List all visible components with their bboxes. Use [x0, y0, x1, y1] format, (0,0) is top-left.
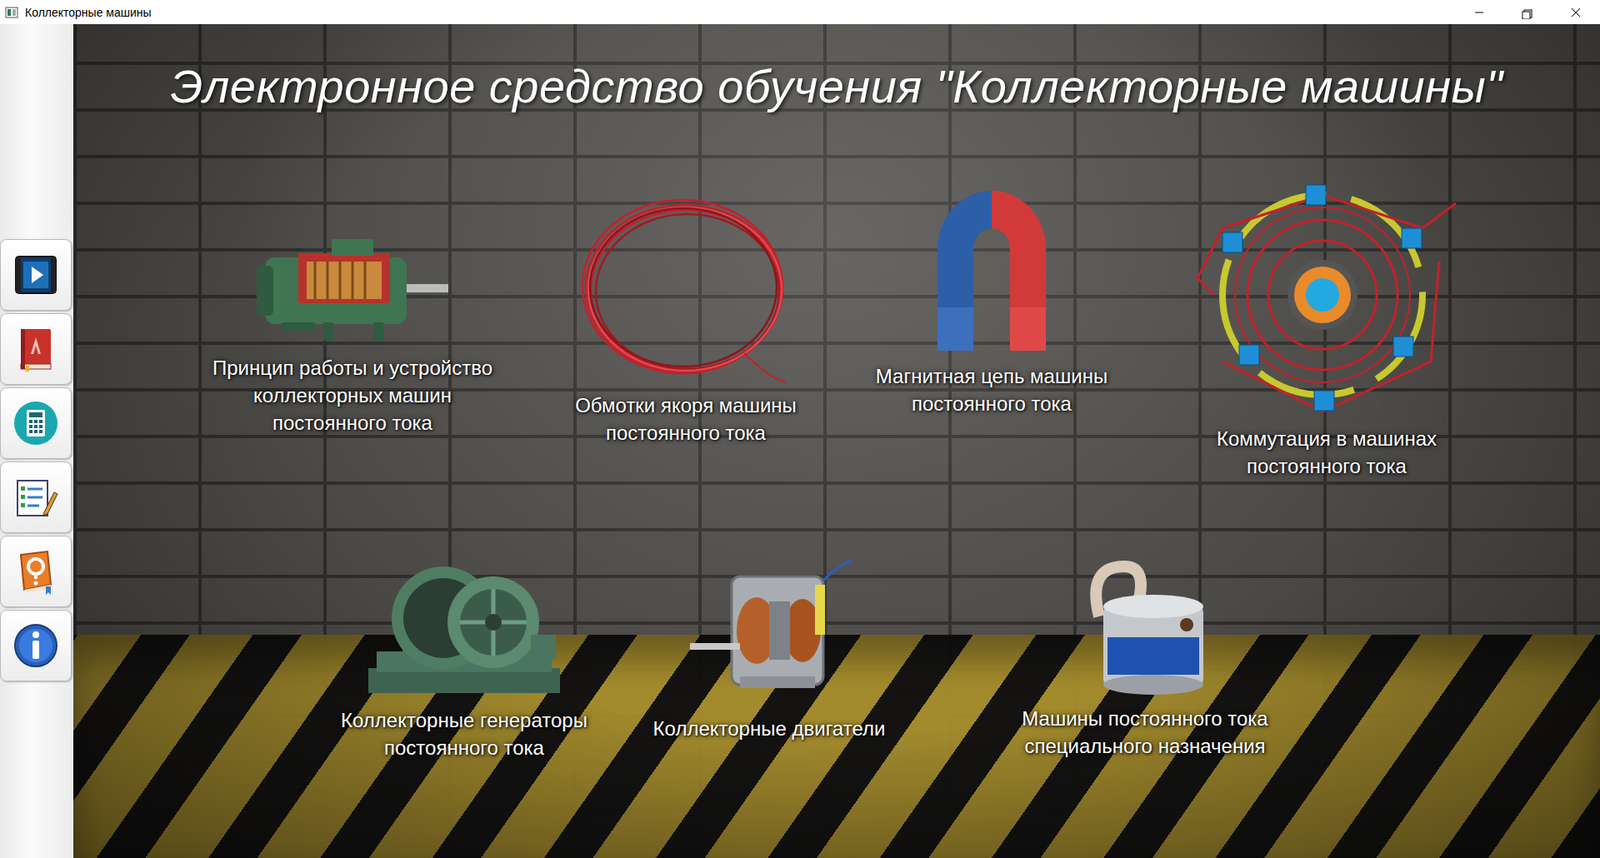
- section-tile[interactable]: Магнитная цепь машиныпостоянного тока: [825, 170, 1159, 418]
- sidebar: [0, 24, 74, 858]
- tile-image: [681, 545, 857, 710]
- sidebar-item[interactable]: [0, 535, 72, 608]
- tile-image: [248, 208, 457, 350]
- section-label: Магнитная цепь машиныпостоянного тока: [875, 357, 1108, 418]
- section-tile[interactable]: Коллекторные двигатели: [602, 545, 936, 743]
- section-tile[interactable]: Машины постоянного токаспециального назн…: [978, 541, 1312, 760]
- label-line: Обмотки якоря машины: [575, 391, 797, 420]
- section-label: Коллекторные двигатели: [653, 710, 886, 743]
- hazard-stripes: [73, 635, 1600, 858]
- label-line: коллекторных машин: [212, 381, 493, 410]
- motor-image: [248, 224, 457, 350]
- collector-motor-image: [681, 560, 857, 710]
- checklist-icon: [10, 472, 61, 523]
- label-line: Коммутация в машинах: [1216, 425, 1437, 453]
- label-line: постоянного тока: [340, 734, 588, 762]
- restore-icon: [1519, 5, 1536, 20]
- restore-button[interactable]: [1503, 0, 1552, 25]
- info-icon: [10, 620, 61, 671]
- section-tile[interactable]: Принцип работы и устройствоколлекторных …: [185, 208, 520, 437]
- label-line: Коллекторные генераторы: [340, 706, 588, 735]
- section-label: Коммутация в машинахпостоянного тока: [1216, 420, 1437, 480]
- sidebar-item[interactable]: [0, 239, 72, 311]
- title-bar: Коллекторные машины: [0, 0, 1600, 25]
- section-tile[interactable]: Обмотки якоря машиныпостоянного тока: [519, 170, 853, 447]
- tile-image: [925, 170, 1059, 358]
- sidebar-item[interactable]: [0, 610, 72, 682]
- tile-image: [1189, 160, 1465, 420]
- minimize-icon: [1470, 5, 1488, 20]
- label-line: постоянного тока: [575, 419, 797, 447]
- sidebar-item[interactable]: [0, 313, 72, 385]
- main-title: Электронное средство обучения "Коллектор…: [73, 24, 1600, 114]
- calculator-icon: [10, 398, 61, 449]
- label-line: Коллекторные двигатели: [653, 715, 886, 743]
- window-body: Электронное средство обучения "Коллектор…: [0, 24, 1600, 858]
- app-icon: [5, 5, 19, 20]
- help-book-icon: [10, 546, 61, 597]
- coil-image: [577, 195, 795, 387]
- tachometer-image: [1078, 558, 1212, 700]
- section-label: Машины постоянного токаспециального назн…: [1021, 700, 1268, 760]
- label-line: Принцип работы и устройство: [212, 354, 493, 382]
- label-line: Магнитная цепь машины: [875, 362, 1108, 390]
- tile-image: [1078, 541, 1212, 700]
- minimize-button[interactable]: [1455, 0, 1504, 25]
- book-icon: [10, 324, 61, 375]
- section-tile[interactable]: Коллекторные генераторыпостоянного тока: [297, 533, 631, 762]
- close-button[interactable]: [1551, 0, 1600, 25]
- section-label: Коллекторные генераторыпостоянного тока: [340, 701, 588, 762]
- close-icon: [1567, 5, 1585, 20]
- sidebar-item[interactable]: [0, 387, 72, 460]
- window-controls: [1455, 0, 1600, 25]
- sidebar-item[interactable]: [0, 461, 72, 534]
- label-line: постоянного тока: [1216, 452, 1437, 480]
- generator-image: [360, 560, 569, 702]
- video-icon: [10, 250, 61, 300]
- tile-image: [360, 533, 569, 702]
- section-tile[interactable]: Коммутация в машинахпостоянного тока: [1160, 160, 1494, 480]
- commutation-diagram-image: [1189, 178, 1465, 420]
- tile-image: [577, 170, 795, 387]
- label-line: постоянного тока: [212, 409, 493, 437]
- magnet-image: [925, 182, 1059, 358]
- label-line: постоянного тока: [875, 390, 1108, 418]
- section-label: Принцип работы и устройствоколлекторных …: [212, 349, 493, 437]
- label-line: Машины постоянного тока: [1021, 705, 1268, 733]
- main-canvas: Электронное средство обучения "Коллектор…: [73, 24, 1600, 858]
- label-line: специального назначения: [1021, 732, 1268, 760]
- window-title: Коллекторные машины: [25, 5, 1449, 20]
- section-label: Обмотки якоря машиныпостоянного тока: [575, 386, 797, 447]
